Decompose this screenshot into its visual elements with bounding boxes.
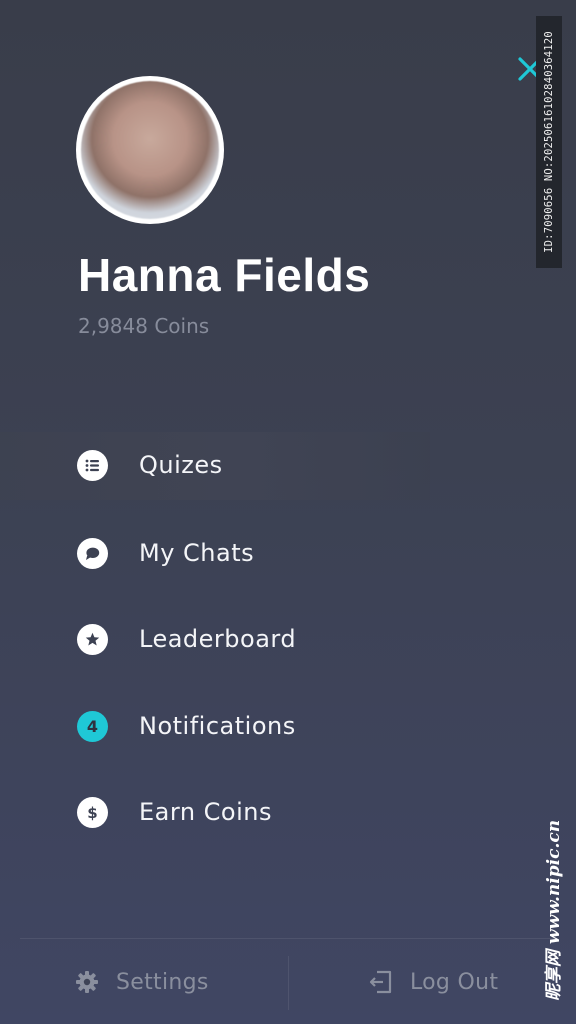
chat-bubble-icon <box>77 537 108 569</box>
watermark-site: 昵享网 www.nipic.cn <box>530 800 574 1020</box>
avatar[interactable] <box>76 76 224 224</box>
list-icon <box>77 449 108 481</box>
logout-icon <box>369 970 392 994</box>
dollar-icon: $ <box>77 796 108 828</box>
user-name: Hanna Fields <box>78 249 371 301</box>
menu-item-label: Earn Coins <box>139 798 272 826</box>
coin-balance: 2,9848 Coins <box>78 314 210 338</box>
menu-item-quizes[interactable]: Quizes <box>0 435 520 495</box>
settings-label: Settings <box>116 969 209 995</box>
watermark-id: ID:7090656 NO:20250616102840364120 <box>536 16 562 268</box>
menu-item-label: Notifications <box>139 712 296 740</box>
footer-divider <box>20 938 556 939</box>
menu-item-my-chats[interactable]: My Chats <box>0 523 520 583</box>
menu-item-earn-coins[interactable]: $ Earn Coins <box>0 782 520 842</box>
menu-item-leaderboard[interactable]: Leaderboard <box>0 609 520 669</box>
footer-separator <box>288 956 289 1010</box>
watermark-id-text: ID:7090656 NO:20250616102840364120 <box>543 31 556 253</box>
star-icon <box>77 623 108 655</box>
logout-button[interactable]: Log Out <box>368 962 498 1002</box>
svg-text:$: $ <box>87 804 97 821</box>
avatar-image <box>81 81 219 219</box>
menu-item-label: Quizes <box>139 451 223 479</box>
settings-button[interactable]: Settings <box>74 962 209 1002</box>
menu-item-label: Leaderboard <box>139 625 297 653</box>
logout-label: Log Out <box>410 969 499 995</box>
notification-badge: 4 <box>77 710 108 742</box>
watermark-site-text: 昵享网 www.nipic.cn <box>544 819 565 1001</box>
menu-item-label: My Chats <box>139 539 255 567</box>
menu-item-notifications[interactable]: 4 Notifications <box>0 696 520 756</box>
gear-icon <box>76 971 98 993</box>
